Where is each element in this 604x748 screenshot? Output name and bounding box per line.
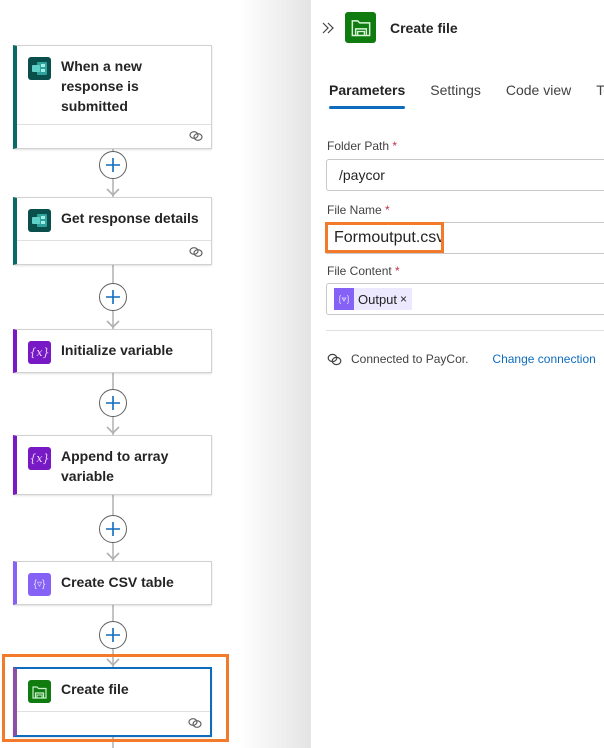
file-content-label: File Content * (327, 264, 400, 278)
insert-step-button[interactable] (99, 389, 127, 417)
flow-step-trigger[interactable]: When a new response is submitted (13, 45, 212, 149)
flow-step-append-to-array-variable[interactable]: {x} Append to array variable (13, 435, 212, 495)
step-title: Create file (61, 681, 129, 697)
plus-icon (106, 522, 120, 536)
folder-path-label: Folder Path * (327, 139, 398, 153)
microsoft-forms-icon (28, 209, 51, 232)
plus-icon (106, 158, 120, 172)
data-operation-icon (334, 288, 354, 310)
action-details-panel: Create file Parameters Settings Code vie… (310, 0, 604, 748)
tab-settings[interactable]: Settings (430, 82, 481, 108)
file-system-icon (28, 680, 51, 703)
panel-tabs: Parameters Settings Code view Testing (329, 82, 604, 109)
flow-step-create-file[interactable]: Create file (13, 667, 212, 737)
double-chevron-right-icon[interactable] (321, 21, 335, 35)
arrow-down-icon (106, 426, 120, 434)
step-title: Append to array variable (61, 448, 169, 484)
arrow-down-icon (106, 188, 120, 196)
connection-link-icon (189, 247, 203, 257)
step-title: Get response details (61, 210, 199, 226)
insert-step-button[interactable] (99, 515, 127, 543)
step-title: When a new response is submitted (61, 58, 142, 114)
variable-icon: {x} (28, 341, 51, 364)
connection-link-icon (188, 718, 202, 728)
insert-step-button[interactable] (99, 621, 127, 649)
plus-icon (106, 290, 120, 304)
connection-status-text: Connected to PayCor. (351, 352, 469, 366)
flow-step-get-response-details[interactable]: Get response details (13, 197, 212, 265)
variable-icon: {x} (28, 447, 51, 470)
file-name-input[interactable]: Formoutput.csv (326, 222, 604, 254)
arrow-down-icon (106, 658, 120, 666)
tab-code-view[interactable]: Code view (506, 82, 571, 108)
connection-status: Connected to PayCor. Change connection (327, 352, 596, 366)
arrow-down-icon (106, 320, 120, 328)
file-content-input[interactable]: Output × (326, 283, 604, 315)
arrow-down-icon (106, 552, 120, 560)
data-operation-icon: {▿} (28, 573, 51, 596)
tab-testing[interactable]: Testing (596, 82, 604, 108)
change-connection-link[interactable]: Change connection (492, 352, 595, 366)
folder-path-input[interactable]: /paycor (326, 159, 604, 191)
insert-step-button[interactable] (99, 151, 127, 179)
flow-step-create-csv-table[interactable]: {▿} Create CSV table (13, 561, 212, 605)
flow-step-initialize-variable[interactable]: {x} Initialize variable (13, 329, 212, 373)
connection-link-icon (189, 131, 203, 141)
divider (326, 330, 604, 331)
file-system-icon (345, 12, 376, 43)
plus-icon (106, 628, 120, 642)
flow-canvas: When a new response is submitted Get res… (0, 0, 310, 748)
panel-title: Create file (390, 19, 458, 36)
plus-icon (106, 396, 120, 410)
tab-parameters[interactable]: Parameters (329, 82, 406, 109)
connection-link-icon (327, 353, 342, 365)
file-name-label: File Name * (327, 203, 390, 217)
remove-token-button[interactable]: × (400, 292, 407, 306)
step-title: Create CSV table (61, 574, 174, 590)
step-title: Initialize variable (61, 342, 174, 358)
output-token[interactable]: Output × (334, 288, 413, 310)
microsoft-forms-icon (28, 57, 51, 80)
insert-step-button[interactable] (99, 283, 127, 311)
